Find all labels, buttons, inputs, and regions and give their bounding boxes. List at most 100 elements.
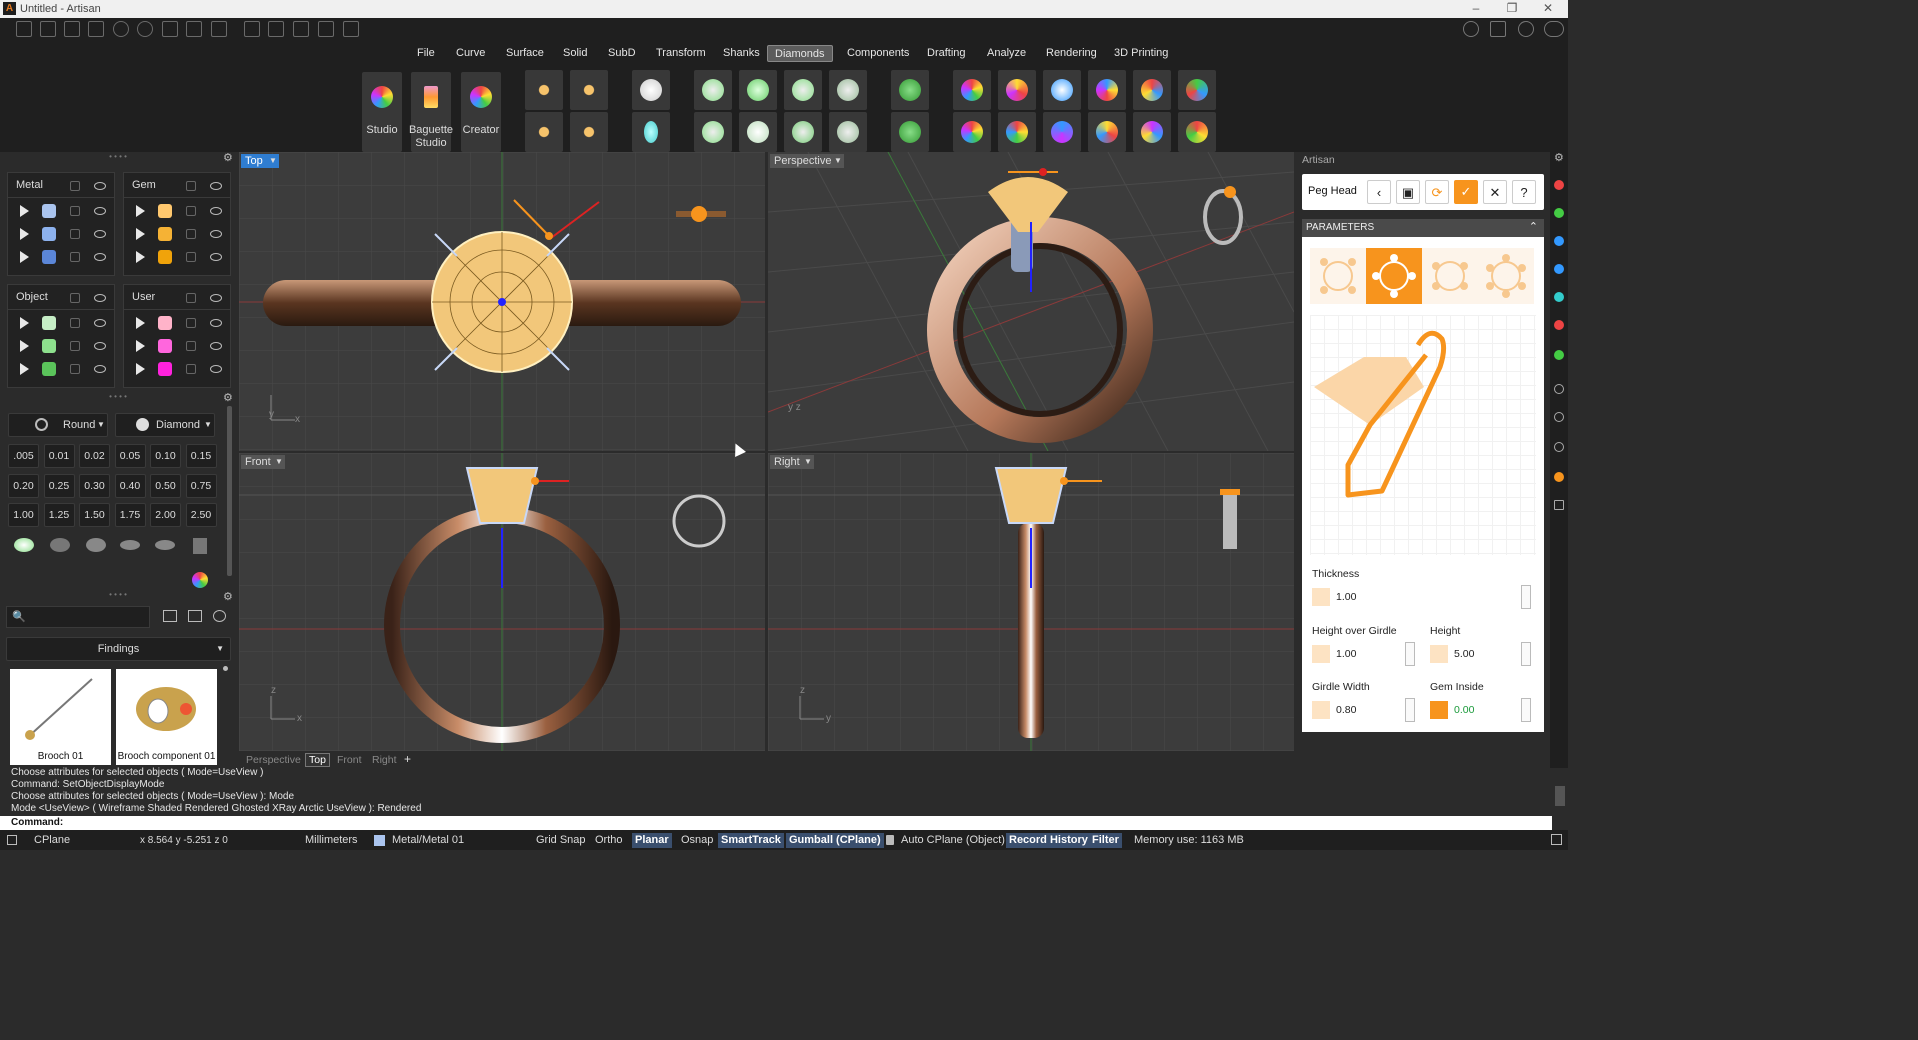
menu-components[interactable]: Components xyxy=(840,45,916,62)
gem-inside-stepper[interactable] xyxy=(1521,698,1531,722)
gem-size-button[interactable]: 2.50 xyxy=(185,503,217,527)
library-search-input[interactable]: 🔍 xyxy=(6,606,150,628)
height-field[interactable]: 5.00 xyxy=(1452,643,1516,665)
select-remove-icon[interactable] xyxy=(318,21,334,37)
gem-size-button[interactable]: 2.00 xyxy=(150,503,181,527)
eye-icon[interactable] xyxy=(94,182,106,190)
bezel-ring-button[interactable] xyxy=(739,112,777,152)
oval-gem-button[interactable] xyxy=(632,112,670,152)
layer-row[interactable] xyxy=(124,223,230,245)
gem-search-button[interactable] xyxy=(1043,70,1081,110)
library-category-dropdown[interactable]: Findings ▼ xyxy=(6,637,231,661)
girdle-width-field[interactable]: 0.80 xyxy=(1334,699,1404,721)
viewport-right[interactable]: z y Right ▼ xyxy=(768,453,1294,751)
layer-row[interactable] xyxy=(124,312,230,334)
gems-cross-button[interactable] xyxy=(525,112,563,152)
eye-icon[interactable] xyxy=(210,365,222,373)
tab-right[interactable]: Right xyxy=(369,753,400,767)
viewport-toggle-icon[interactable] xyxy=(7,835,17,845)
environment-icon[interactable] xyxy=(1554,442,1564,452)
cup-setting-button[interactable] xyxy=(739,70,777,110)
eye-icon[interactable] xyxy=(210,319,222,327)
cutter-button[interactable] xyxy=(891,70,929,110)
help-icon[interactable] xyxy=(1518,21,1534,37)
gems-between-button[interactable] xyxy=(570,70,608,110)
layer-row[interactable] xyxy=(8,312,114,334)
lock-icon[interactable] xyxy=(186,206,196,216)
display-icon[interactable] xyxy=(1554,236,1564,246)
play-icon[interactable] xyxy=(20,205,29,217)
save-icon[interactable]: ▣ xyxy=(1396,180,1420,204)
save-as-icon[interactable] xyxy=(186,21,202,37)
import-icon[interactable] xyxy=(88,21,104,37)
auto-cplane-toggle[interactable]: Auto CPlane (Object) xyxy=(898,833,1008,848)
gem-size-button[interactable]: 0.02 xyxy=(79,444,110,468)
layer-color-swatch[interactable] xyxy=(158,316,172,330)
play-icon[interactable] xyxy=(136,228,145,240)
gems-diagonal-button[interactable] xyxy=(570,112,608,152)
add-viewport-icon[interactable]: + xyxy=(404,752,411,766)
help-icon[interactable]: ? xyxy=(1512,180,1536,204)
gear-icon[interactable]: ⚙ xyxy=(223,592,233,603)
gumball-toggle[interactable]: Gumball (CPlane) xyxy=(786,833,884,848)
tab-top[interactable]: Top xyxy=(305,753,330,767)
layer-color-swatch[interactable] xyxy=(42,227,56,241)
eye-icon[interactable] xyxy=(94,319,106,327)
library-item[interactable]: Brooch component 01 xyxy=(116,669,217,765)
gem-material-dropdown[interactable]: Diamond ▼ xyxy=(115,413,215,437)
menu-transform[interactable]: Transform xyxy=(649,45,713,62)
layer-row[interactable] xyxy=(124,200,230,222)
viewport-label-right[interactable]: Right xyxy=(770,455,804,469)
panel-grip[interactable]: • • • • xyxy=(100,153,136,161)
draw-curve-icon[interactable] xyxy=(244,21,260,37)
layer-color-swatch[interactable] xyxy=(42,250,56,264)
thickness-field[interactable]: 1.00 xyxy=(1334,586,1514,608)
play-icon[interactable] xyxy=(20,228,29,240)
viewport-menu-chevron-icon[interactable]: ▼ xyxy=(802,455,814,469)
new-template-icon[interactable] xyxy=(40,21,56,37)
settings-flower-icon[interactable] xyxy=(343,21,359,37)
gem-ring-button[interactable] xyxy=(998,112,1036,152)
layer-row[interactable] xyxy=(124,335,230,357)
gem-size-button[interactable]: 0.10 xyxy=(150,444,181,468)
gem-size-button[interactable]: 1.50 xyxy=(79,503,110,527)
prong-6-alt-option[interactable] xyxy=(1478,248,1534,304)
artisan-icon[interactable] xyxy=(1554,472,1564,482)
lock-icon[interactable] xyxy=(70,181,80,191)
gem-shape-dropdown[interactable]: Round ▼ xyxy=(8,413,108,437)
lock-icon[interactable] xyxy=(186,341,196,351)
gem-size-button[interactable]: 0.30 xyxy=(79,473,110,498)
gem-size-button[interactable]: 1.25 xyxy=(43,503,75,527)
height-over-girdle-stepper[interactable] xyxy=(1405,642,1415,666)
lock-icon[interactable] xyxy=(70,206,80,216)
layer-color-swatch[interactable] xyxy=(42,204,56,218)
package-icon[interactable] xyxy=(1490,21,1506,37)
viewport-label-perspective[interactable]: Perspective xyxy=(770,154,836,168)
gem-count-button[interactable] xyxy=(998,70,1036,110)
layer-color-swatch[interactable] xyxy=(42,316,56,330)
gem-size-button[interactable]: 1.00 xyxy=(8,503,39,527)
round-gem-button[interactable] xyxy=(632,70,670,110)
halo-setting-button[interactable] xyxy=(784,70,822,110)
redo-icon[interactable] xyxy=(137,21,153,37)
play-icon[interactable] xyxy=(136,363,145,375)
restore-button[interactable]: ❐ xyxy=(1498,1,1526,17)
gear-icon[interactable]: ⚙ xyxy=(223,153,233,164)
basket-preset-icon[interactable] xyxy=(86,538,106,552)
scroll-dot[interactable] xyxy=(223,666,228,671)
eye-icon[interactable] xyxy=(94,365,106,373)
play-icon[interactable] xyxy=(136,205,145,217)
history-scrollbar[interactable] xyxy=(1552,768,1568,830)
gem-filter-button[interactable] xyxy=(1178,70,1216,110)
render-icon[interactable] xyxy=(1554,292,1564,302)
viewport-front[interactable]: z x Front ▼ xyxy=(239,453,765,751)
refresh-icon[interactable]: ⟳ xyxy=(1425,180,1449,204)
materials-icon[interactable] xyxy=(1554,264,1564,274)
library-item[interactable]: Brooch 01 xyxy=(10,669,111,765)
layer-row[interactable] xyxy=(8,335,114,357)
lock-icon[interactable] xyxy=(886,835,894,845)
lock-icon[interactable] xyxy=(70,364,80,374)
lock-icon[interactable] xyxy=(70,229,80,239)
lock-icon[interactable] xyxy=(186,364,196,374)
layer-color-swatch[interactable] xyxy=(42,339,56,353)
